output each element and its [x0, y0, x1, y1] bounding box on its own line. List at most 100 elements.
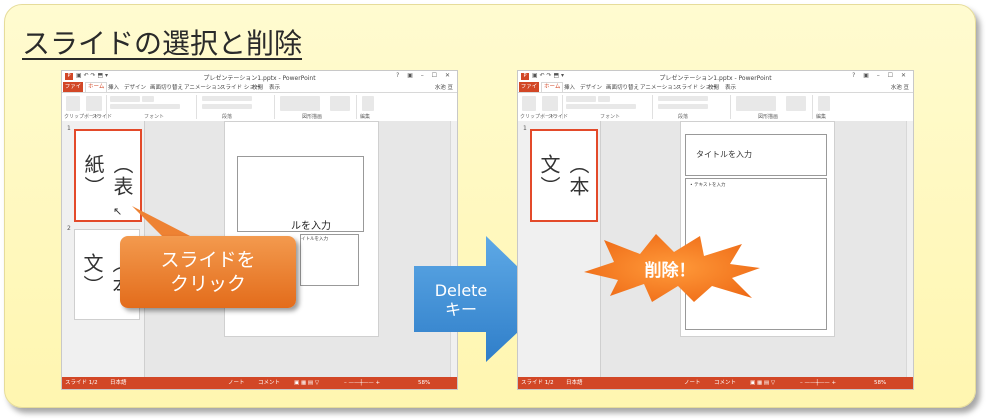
- group-drawing: 図形描画: [758, 114, 779, 120]
- divider: [356, 95, 357, 119]
- thumb-number: 1: [67, 125, 71, 132]
- zoom-level[interactable]: 58%: [418, 377, 430, 389]
- thumb-number: 1: [523, 125, 527, 132]
- group-paragraph: 段落: [678, 114, 689, 120]
- new-slide-icon[interactable]: [86, 96, 102, 111]
- shape-buttons[interactable]: [736, 96, 776, 111]
- tab-review[interactable]: 校閲: [708, 83, 719, 91]
- tab-insert[interactable]: 挿入: [564, 83, 575, 91]
- subtitle-placeholder-text: イトルを入力: [301, 237, 328, 242]
- subtitle-placeholder[interactable]: イトルを入力: [300, 234, 359, 286]
- thumb-number: 2: [67, 225, 71, 232]
- user-name[interactable]: 水池 亘: [891, 83, 909, 91]
- font-name-box[interactable]: [110, 96, 140, 102]
- slide-canvas[interactable]: タイトルを入力 • テキストを入力: [680, 121, 835, 337]
- group-slides: スライド: [92, 114, 113, 120]
- quick-style-icon[interactable]: [330, 96, 350, 111]
- group-paragraph: 段落: [222, 114, 233, 120]
- tab-transitions[interactable]: 画面切り替え: [606, 83, 639, 91]
- slide-thumbnail-1[interactable]: （本文）: [530, 129, 598, 222]
- paste-icon[interactable]: [522, 96, 536, 111]
- divider: [106, 95, 107, 119]
- cursor-icon: ↖: [113, 205, 123, 218]
- notes-button[interactable]: ノート: [228, 377, 245, 389]
- view-buttons-icon[interactable]: ▣ ▦ ▤ ▽: [750, 377, 775, 389]
- click-callout: スライドを クリック: [120, 236, 296, 308]
- notes-button[interactable]: ノート: [684, 377, 701, 389]
- group-font: フォント: [600, 114, 621, 120]
- powerpoint-window-before: P ▣ ↶ ↷ ⬒ ▾ プレゼンテーション1.pptx - PowerPoint…: [61, 70, 458, 390]
- tab-home[interactable]: ホーム: [85, 82, 108, 92]
- font-size-box[interactable]: [142, 96, 154, 102]
- quick-style-icon[interactable]: [786, 96, 806, 111]
- group-editing: 編集: [816, 114, 827, 120]
- thumb-text: （表紙）: [81, 153, 134, 198]
- title-bar: P ▣ ↶ ↷ ⬒ ▾ プレゼンテーション1.pptx - PowerPoint…: [518, 71, 913, 82]
- status-bar: スライド 1/2 日本語 ノート コメント ▣ ▦ ▤ ▽ – ——┼—— + …: [62, 377, 457, 389]
- callout-text: スライドを クリック: [160, 249, 256, 295]
- new-slide-icon[interactable]: [542, 96, 558, 111]
- tab-transitions[interactable]: 画面切り替え: [150, 83, 183, 91]
- body-placeholder-text: • テキストを入力: [690, 183, 726, 188]
- tab-review[interactable]: 校閲: [252, 83, 263, 91]
- page-title: スライドの選択と削除: [22, 27, 303, 60]
- tab-insert[interactable]: 挿入: [108, 83, 119, 91]
- tab-animations[interactable]: アニメーション: [184, 83, 222, 91]
- ribbon: クリップボード スライド フォント 段落 図形描画 編集: [518, 92, 913, 122]
- status-slide-count: スライド 1/2: [521, 380, 554, 386]
- font-name-box[interactable]: [566, 96, 596, 102]
- paste-icon[interactable]: [66, 96, 80, 111]
- divider: [196, 95, 197, 119]
- window-controls[interactable]: ? ▣ – ☐ ✕: [852, 72, 909, 79]
- divider: [812, 95, 813, 119]
- comments-button[interactable]: コメント: [714, 377, 736, 389]
- align-buttons[interactable]: [202, 104, 252, 109]
- divider: [274, 95, 275, 119]
- tab-design[interactable]: デザイン: [124, 83, 146, 91]
- tab-home[interactable]: ホーム: [541, 82, 564, 92]
- tab-view[interactable]: 表示: [725, 83, 736, 91]
- title-placeholder[interactable]: タイトルを入力: [685, 134, 827, 176]
- burst-text: 削除！: [644, 261, 696, 281]
- divider: [652, 95, 653, 119]
- zoom-level[interactable]: 58%: [874, 377, 886, 389]
- status-language[interactable]: 日本語: [110, 377, 127, 389]
- status-slide-count: スライド 1/2: [65, 380, 98, 386]
- ribbon-tabs: ファイル ホーム 挿入 デザイン 画面切り替え アニメーション スライド ショー…: [518, 82, 913, 100]
- shape-buttons[interactable]: [280, 96, 320, 111]
- zoom-slider[interactable]: – ——┼—— +: [344, 377, 380, 389]
- tab-file[interactable]: ファイル: [519, 82, 539, 100]
- divider: [730, 95, 731, 119]
- align-buttons[interactable]: [658, 104, 708, 109]
- thumb-text: （本文）: [537, 153, 590, 198]
- find-icon[interactable]: [362, 96, 374, 111]
- tab-animations[interactable]: アニメーション: [640, 83, 678, 91]
- status-language[interactable]: 日本語: [566, 377, 583, 389]
- divider: [562, 95, 563, 119]
- vertical-scrollbar[interactable]: [906, 121, 913, 377]
- ribbon: クリップボード スライド フォント 段落 図形描画 編集: [62, 92, 457, 122]
- window-controls[interactable]: ? ▣ – ☐ ✕: [396, 72, 453, 79]
- view-buttons-icon[interactable]: ▣ ▦ ▤ ▽: [294, 377, 319, 389]
- comments-button[interactable]: コメント: [258, 377, 280, 389]
- tab-view[interactable]: 表示: [269, 83, 280, 91]
- font-format-buttons[interactable]: [566, 104, 636, 109]
- paragraph-buttons[interactable]: [202, 96, 252, 101]
- group-font: フォント: [144, 114, 165, 120]
- group-slides: スライド: [548, 114, 569, 120]
- title-placeholder-text: タイトルを入力: [696, 150, 752, 159]
- status-bar: スライド 1/2 日本語 ノート コメント ▣ ▦ ▤ ▽ – ——┼—— + …: [518, 377, 913, 389]
- title-bar: P ▣ ↶ ↷ ⬒ ▾ プレゼンテーション1.pptx - PowerPoint…: [62, 71, 457, 82]
- tab-file[interactable]: ファイル: [63, 82, 83, 100]
- font-size-box[interactable]: [598, 96, 610, 102]
- font-format-buttons[interactable]: [110, 104, 180, 109]
- ribbon-tabs: ファイル ホーム 挿入 デザイン 画面切り替え アニメーション スライド ショー…: [62, 82, 457, 100]
- zoom-slider[interactable]: – ——┼—— +: [800, 377, 836, 389]
- powerpoint-window-after: P ▣ ↶ ↷ ⬒ ▾ プレゼンテーション1.pptx - PowerPoint…: [517, 70, 914, 390]
- group-editing: 編集: [360, 114, 371, 120]
- find-icon[interactable]: [818, 96, 830, 111]
- delete-key-label: Delete キー: [434, 281, 488, 319]
- tab-design[interactable]: デザイン: [580, 83, 602, 91]
- paragraph-buttons[interactable]: [658, 96, 708, 101]
- user-name[interactable]: 水池 亘: [435, 83, 453, 91]
